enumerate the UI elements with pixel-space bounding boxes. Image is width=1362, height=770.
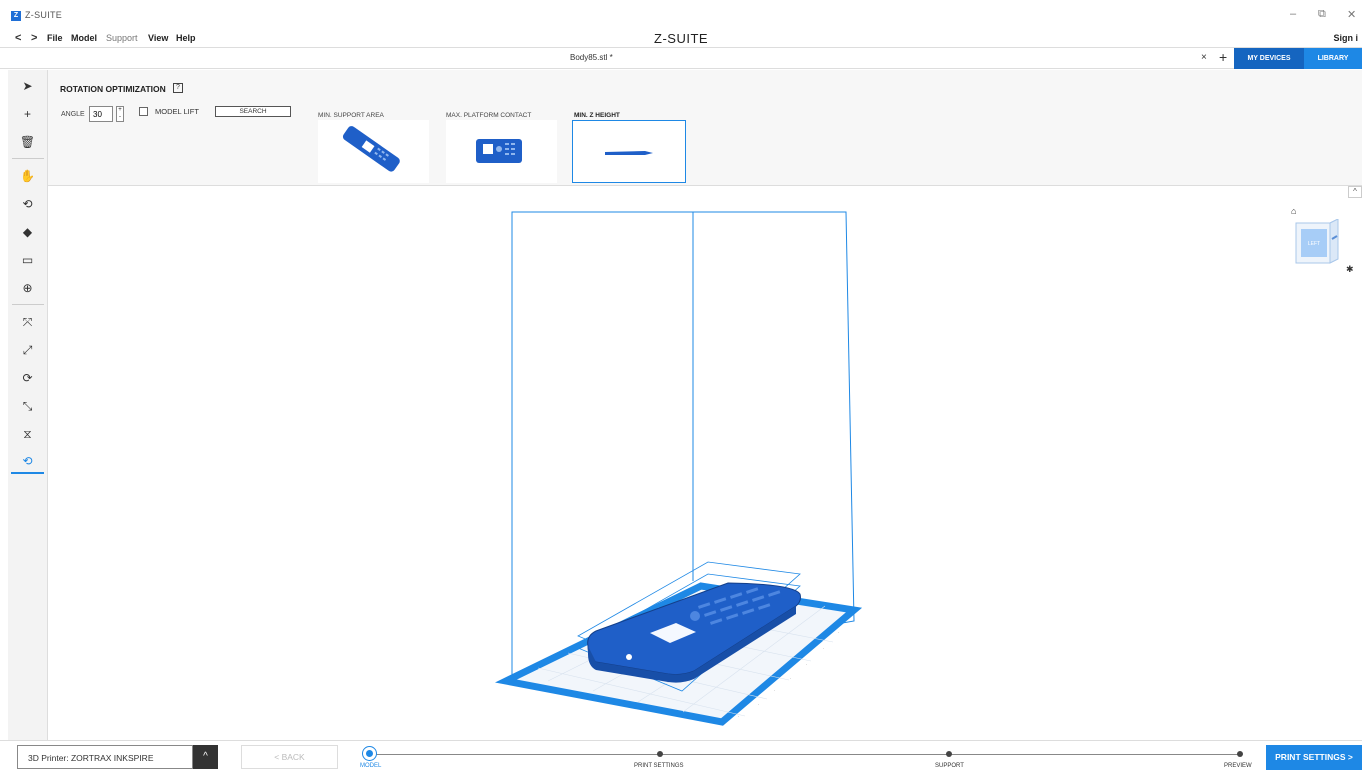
- mirror-icon[interactable]: ⧖: [11, 422, 44, 446]
- step-print-settings-dot[interactable]: [657, 751, 663, 757]
- menu-file[interactable]: File: [47, 33, 63, 43]
- step-model-dot[interactable]: [363, 747, 376, 760]
- pan-hand-icon[interactable]: ✋: [11, 164, 44, 188]
- option-min-z-height[interactable]: [572, 120, 686, 183]
- delete-icon[interactable]: 🗑: [11, 130, 44, 154]
- view-cube-icon[interactable]: ◆: [11, 220, 44, 244]
- document-tab-bar: Body85.stl * × + MY DEVICES LIBRARY: [0, 47, 1362, 69]
- toolbar-divider: [12, 304, 44, 305]
- rotation-optimization-panel: ROTATION OPTIMIZATION ? ANGLE + - MODEL …: [48, 70, 1362, 186]
- model-thumbnail-tilted: [342, 126, 400, 172]
- library-button[interactable]: LIBRARY: [1304, 48, 1362, 69]
- app-logo: Z: [11, 11, 21, 21]
- home-view-icon[interactable]: ⌂: [1291, 206, 1296, 216]
- panel-title: ROTATION OPTIMIZATION: [60, 84, 166, 94]
- add-model-icon[interactable]: +: [11, 102, 44, 126]
- svg-text:·: ·: [738, 714, 739, 719]
- add-tab-icon[interactable]: +: [1219, 49, 1227, 65]
- move-axes-icon[interactable]: ⤧: [11, 310, 44, 334]
- svg-text:·: ·: [724, 721, 725, 726]
- step-support-label[interactable]: SUPPORT: [935, 763, 964, 769]
- close-window-button[interactable]: ✕: [1347, 8, 1356, 21]
- svg-text:·: ·: [823, 646, 824, 651]
- step-support-dot[interactable]: [946, 751, 952, 757]
- model-thumbnail-flat-side: [605, 151, 653, 155]
- select-icon[interactable]: ➤: [11, 74, 44, 98]
- document-tab[interactable]: Body85.stl *: [570, 53, 613, 62]
- scale-icon[interactable]: ⤢: [11, 338, 44, 362]
- angle-up-icon[interactable]: +: [117, 107, 123, 114]
- restore-button[interactable]: ⧉: [1318, 8, 1326, 21]
- model-lift-checkbox[interactable]: [139, 107, 148, 116]
- print-settings-next-button[interactable]: PRINT SETTINGS >: [1266, 745, 1362, 770]
- svg-text:·: ·: [758, 702, 759, 707]
- angle-stepper[interactable]: + -: [116, 106, 124, 122]
- left-toolbar: ➤ + 🗑 ✋ ⟲ ◆ ▭ ⊕ ⤧ ⤢ ⟳ ⤡ ⧖ ⟲: [8, 70, 48, 740]
- option-min-support-area[interactable]: [318, 120, 429, 183]
- option-label-min-z: MIN. Z HEIGHT: [574, 112, 620, 119]
- svg-text:·: ·: [774, 688, 775, 693]
- nav-back-icon[interactable]: <: [15, 32, 21, 44]
- angle-input[interactable]: [89, 106, 113, 122]
- model-thumbnail-flat: [476, 139, 522, 163]
- option-label-min-support: MIN. SUPPORT AREA: [318, 112, 384, 119]
- svg-text:·: ·: [790, 676, 791, 681]
- search-button[interactable]: SEARCH: [215, 106, 291, 117]
- help-icon[interactable]: ?: [173, 83, 183, 93]
- zoom-icon[interactable]: ⊕: [11, 276, 44, 300]
- step-model-label[interactable]: MODEL: [360, 763, 381, 769]
- bottom-bar: 3D Printer: ZORTRAX INKSPIRE ^ < BACK MO…: [0, 740, 1362, 770]
- svg-text:·: ·: [806, 662, 807, 667]
- rotation-optimization-icon[interactable]: ⟲: [11, 450, 44, 474]
- option-label-max-platform: MAX. PLATFORM CONTACT: [446, 112, 532, 119]
- view-cube-face-label: LEFT: [1308, 241, 1320, 247]
- brand-logo: Z-SUITE: [654, 31, 709, 46]
- sign-in-link[interactable]: Sign i: [1334, 33, 1359, 43]
- option-max-platform-contact[interactable]: [446, 120, 557, 183]
- angle-label: ANGLE: [61, 111, 85, 118]
- printer-selector[interactable]: 3D Printer: ZORTRAX INKSPIRE: [17, 745, 193, 769]
- 3d-viewport[interactable]: ^ · · · · · · · · ⌂ LEFT ✱: [48, 186, 1362, 740]
- rotate-model-icon[interactable]: ⟳: [11, 366, 44, 390]
- menu-model[interactable]: Model: [71, 33, 97, 43]
- menu-help[interactable]: Help: [176, 33, 196, 43]
- back-button[interactable]: < BACK: [241, 745, 338, 769]
- step-print-settings-label[interactable]: PRINT SETTINGS: [634, 763, 684, 769]
- angle-down-icon[interactable]: -: [117, 114, 123, 121]
- model-lift-label: MODEL LIFT: [155, 107, 199, 116]
- step-preview-dot[interactable]: [1237, 751, 1243, 757]
- toolbar-divider: [12, 158, 44, 159]
- rotate-view-icon[interactable]: ⟲: [11, 192, 44, 216]
- workflow-progress-line: [370, 754, 1240, 755]
- step-preview-label[interactable]: PREVIEW: [1224, 763, 1252, 769]
- my-devices-button[interactable]: MY DEVICES: [1234, 48, 1304, 69]
- printer-dropdown-toggle[interactable]: ^: [193, 745, 218, 769]
- menu-view[interactable]: View: [148, 33, 168, 43]
- svg-text:·: ·: [838, 630, 839, 635]
- view-cube[interactable]: LEFT: [1294, 219, 1342, 271]
- nav-forward-icon[interactable]: >: [31, 32, 37, 44]
- minimize-button[interactable]: –: [1290, 8, 1296, 20]
- window-title: Z-SUITE: [25, 10, 63, 20]
- close-tab-icon[interactable]: ×: [1201, 52, 1207, 63]
- view-settings-icon[interactable]: ✱: [1346, 264, 1354, 275]
- menu-support[interactable]: Support: [106, 33, 138, 43]
- camera-icon[interactable]: ▭: [11, 248, 44, 272]
- scene-canvas: · · · · · · · ·: [494, 211, 863, 726]
- window-titlebar: Z Z-SUITE – ⧉ ✕: [0, 0, 1362, 29]
- menu-bar: < > File Model Support View Help Z-SUITE…: [0, 29, 1362, 47]
- auto-arrange-icon[interactable]: ⤡: [11, 394, 44, 418]
